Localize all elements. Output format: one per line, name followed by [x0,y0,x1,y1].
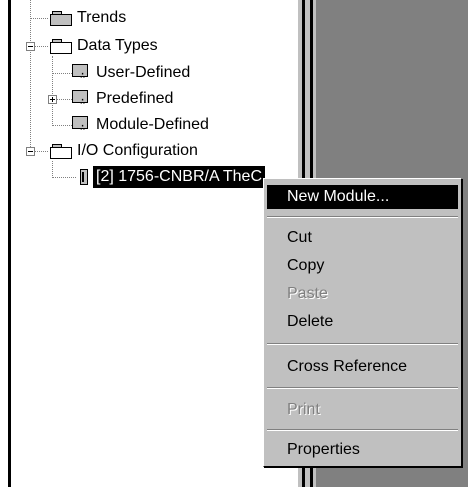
tree-item-label: [2] 1756-CNBR/A TheC [93,166,266,188]
menu-item-print: Print [287,401,320,418]
context-menu: New Module... Cut Copy Paste Delete Cros… [263,178,462,467]
project-tree[interactable]: Trends Data Types ∴ User-Defined ∴ Prede… [11,0,297,487]
tree-item-label: Predefined [96,90,174,107]
tree-item-predefined[interactable]: ∴ Predefined [11,88,291,110]
tree-item-label: Trends [77,9,127,26]
data-type-icon: ∴ [72,116,92,134]
tree-item-data-types[interactable]: Data Types [11,35,291,57]
menu-separator [267,343,458,345]
menu-separator [267,387,458,389]
folder-icon [50,11,72,26]
tree-item-label: Data Types [77,37,158,54]
menu-separator [267,429,458,431]
menu-separator [267,216,458,218]
tree-item-label: Module-Defined [96,116,209,133]
open-folder-icon [50,144,72,159]
data-type-icon: ∴ [72,90,92,108]
menu-item-properties[interactable]: Properties [267,438,458,462]
tree-item-label: I/O Configuration [77,142,198,159]
menu-item-delete[interactable]: Delete [267,310,458,334]
tree-item-module[interactable]: [2] 1756-CNBR/A TheC [11,166,297,188]
menu-item-copy[interactable]: Copy [267,254,458,278]
menu-item-cut[interactable]: Cut [267,226,458,250]
open-folder-icon [50,39,72,54]
tree-item-user-defined[interactable]: ∴ User-Defined [11,62,291,84]
tree-item-module-defined[interactable]: ∴ Module-Defined [11,114,291,136]
menu-item-new-module[interactable]: New Module... [267,185,458,209]
module-icon [80,169,88,185]
tree-item-io-configuration[interactable]: I/O Configuration [11,140,291,162]
tree-item-label: User-Defined [96,64,191,81]
menu-item-cross-reference[interactable]: Cross Reference [267,355,458,379]
tree-item-trends[interactable]: Trends [11,7,291,29]
menu-item-paste: Paste [287,285,328,302]
data-type-icon: ∴ [72,64,92,82]
